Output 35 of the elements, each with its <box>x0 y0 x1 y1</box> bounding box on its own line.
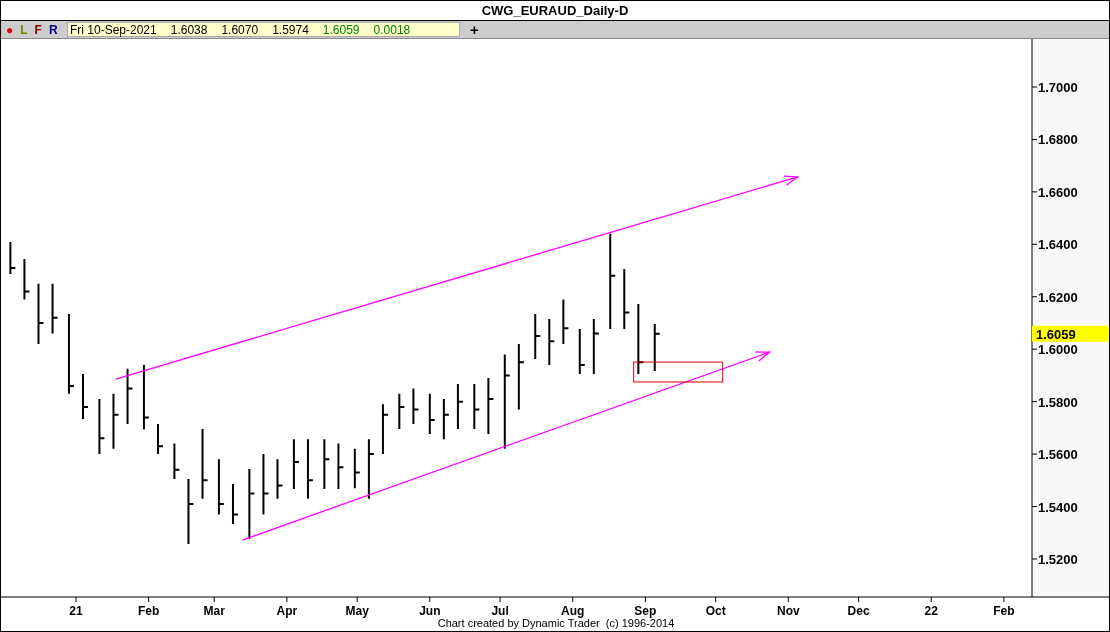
chart-credit: Chart created by Dynamic Trader (c) 1996-2014 <box>437 617 675 629</box>
date-axis-label: Jun <box>419 604 441 618</box>
date-axis-label: Aug <box>561 604 585 618</box>
price-axis-label: 1.7000 <box>1038 80 1078 95</box>
quote-value: Fri 10-Sep-2021 <box>70 21 157 39</box>
date-axis-label: 21 <box>69 604 83 618</box>
date-axis-label: Feb <box>137 604 160 618</box>
date-axis-label: Dec <box>847 604 870 618</box>
date-axis-label: 22 <box>924 604 938 618</box>
date-axis-label: Oct <box>705 604 726 618</box>
price-axis-label: 1.6400 <box>1038 237 1078 253</box>
date-axis-label: Feb <box>993 604 1015 618</box>
add-button[interactable]: + <box>468 22 481 37</box>
date-axis-label: Jul <box>491 604 509 618</box>
date-axis-label: Mar <box>203 604 225 618</box>
toolbar-button[interactable]: F <box>34 23 42 36</box>
quote-value: 1.5974 <box>272 21 309 39</box>
date-axis-label: Nov <box>776 604 800 618</box>
price-axis-label: 1.5400 <box>1038 499 1078 515</box>
date-axis-label: Apr <box>276 604 298 618</box>
quote-value: 0.0018 <box>373 21 411 39</box>
quote-value: 1.6070 <box>221 21 259 39</box>
price-axis-label: 1.6600 <box>1038 184 1078 200</box>
toolbar-button[interactable]: R <box>48 23 58 36</box>
price-axis-label: 1.5200 <box>1038 552 1078 567</box>
date-axis-label: May <box>345 604 369 618</box>
date-axis-label: Sep <box>634 604 657 618</box>
price-axis-label: 1.6800 <box>1038 132 1078 148</box>
window-title: CWG_EURAUD_Daily-D <box>481 1 629 20</box>
price-axis-label: 1.5800 <box>1038 394 1078 410</box>
price-axis-label: 1.6200 <box>1038 289 1078 305</box>
price-axis-label: 1.5600 <box>1038 447 1078 463</box>
price-axis-label: 1.6000 <box>1038 342 1078 358</box>
quote-value: 1.6059 <box>322 21 360 39</box>
quote-value: 1.6038 <box>170 21 208 39</box>
